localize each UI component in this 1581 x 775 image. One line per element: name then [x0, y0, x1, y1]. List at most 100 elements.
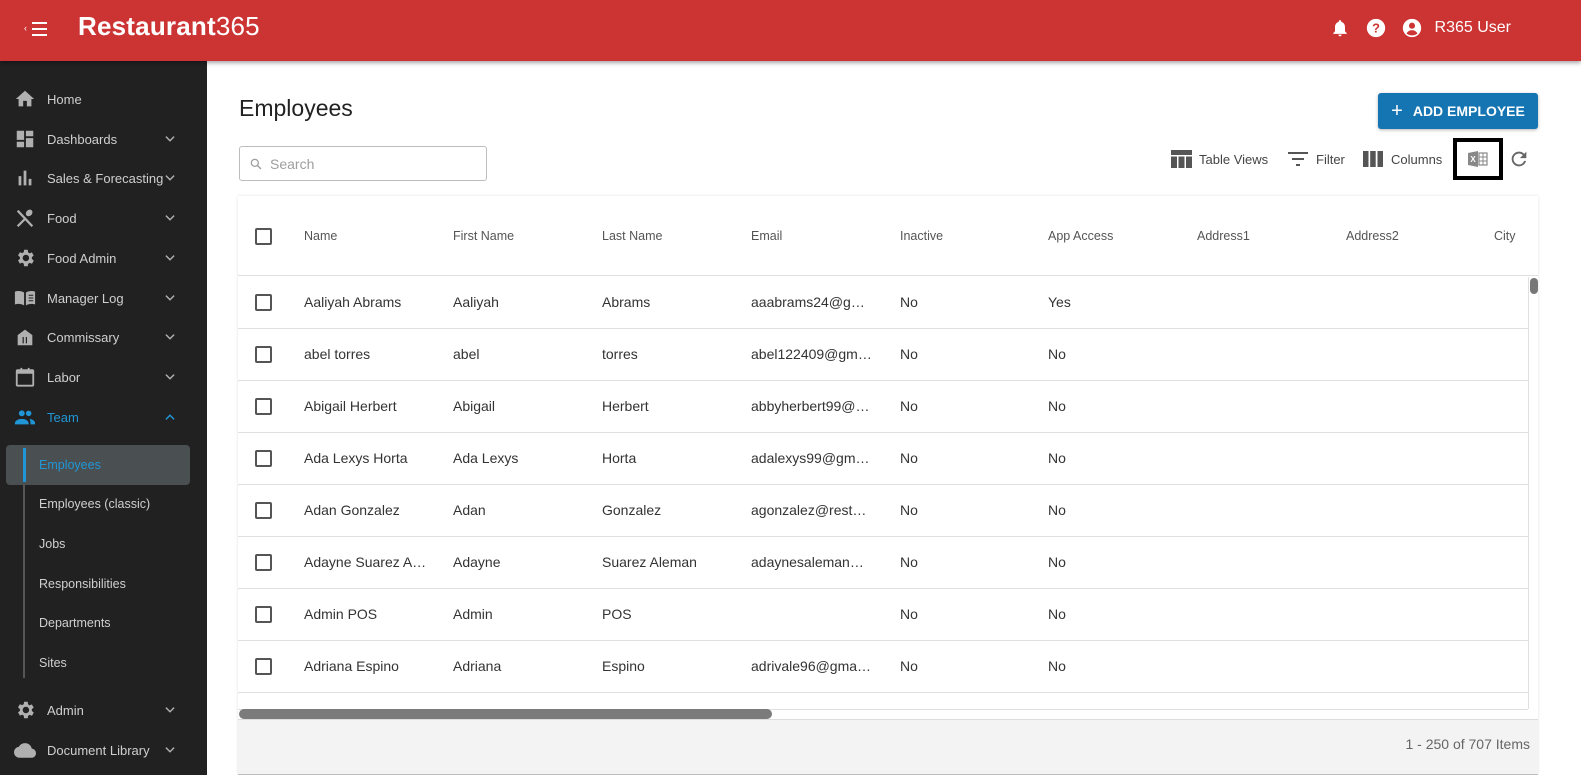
column-header-app-access[interactable]: App Access	[1048, 229, 1113, 243]
select-all-checkbox[interactable]	[255, 228, 272, 245]
excel-icon: X	[1468, 151, 1488, 167]
columns-icon	[1362, 149, 1384, 169]
sidebar-item-food-admin[interactable]: Food Admin	[0, 238, 207, 278]
table-row[interactable]: Ada Lexys Horta Ada Lexys Horta adalexys…	[238, 433, 1528, 485]
table-views-button[interactable]: Table Views	[1170, 147, 1268, 171]
table-row[interactable]: Adriana Espino Adriana Espino adrivale96…	[238, 641, 1528, 693]
pager-info: 1 - 250 of 707 Items	[1405, 736, 1530, 752]
sidebar-item-document-library[interactable]: Document Library	[0, 730, 207, 770]
table-row[interactable]: Adayne Suarez A… Adayne Suarez Aleman ad…	[238, 537, 1528, 589]
row-checkbox[interactable]	[255, 294, 272, 311]
table-row[interactable]: abel torres abel torres abel122409@gm… N…	[238, 329, 1528, 381]
table-row[interactable]	[238, 693, 1528, 709]
row-checkbox[interactable]	[255, 398, 272, 415]
chevron-down-icon	[165, 215, 175, 221]
chevron-down-icon	[165, 136, 175, 142]
book-icon	[14, 290, 36, 306]
gear-icon	[18, 701, 34, 719]
svg-text:X: X	[1470, 155, 1476, 164]
sidebar-item-dashboards[interactable]: Dashboards	[0, 119, 207, 159]
row-checkbox[interactable]	[255, 554, 272, 571]
column-header-last-name[interactable]: Last Name	[602, 229, 662, 243]
sidebar-subitem-jobs[interactable]: Jobs	[6, 524, 190, 564]
vertical-scrollbar-thumb[interactable]	[1530, 278, 1538, 294]
bell-icon[interactable]	[1329, 17, 1351, 39]
column-header-address1[interactable]: Address1	[1197, 229, 1250, 243]
hamburger-icon	[32, 22, 47, 24]
calendar-icon	[15, 367, 35, 387]
sidebar-item-admin[interactable]: Admin	[0, 690, 207, 730]
chevron-down-icon	[165, 334, 175, 340]
table-body: Aaliyah Abrams Aaliyah Abrams aaabrams24…	[238, 277, 1528, 709]
chevron-down-icon	[165, 255, 175, 261]
user-avatar-icon[interactable]	[1401, 17, 1423, 39]
sidebar-item-sales-forecasting[interactable]: Sales & Forecasting	[0, 158, 207, 198]
filter-icon	[1287, 149, 1309, 169]
column-header-city[interactable]: City	[1494, 229, 1516, 243]
table-footer: 1 - 250 of 707 Items	[238, 719, 1538, 775]
table-row[interactable]: Admin POS Admin POS No No	[238, 589, 1528, 641]
bar-chart-icon	[18, 170, 32, 186]
refresh-icon[interactable]	[1508, 148, 1530, 170]
sidebar-subitem-responsibilities[interactable]: Responsibilities	[6, 564, 190, 604]
main-content: Employees + ADD EMPLOYEE Table Views Fil…	[207, 61, 1581, 775]
help-icon[interactable]: ?	[1365, 17, 1387, 39]
store-icon	[17, 329, 33, 346]
sidebar-subitem-sites[interactable]: Sites	[6, 643, 190, 683]
sidebar-item-manager-log[interactable]: Manager Log	[0, 278, 207, 318]
plus-icon: +	[1391, 100, 1403, 122]
chevron-up-icon	[165, 414, 175, 420]
page-title: Employees	[239, 95, 353, 121]
column-header-email[interactable]: Email	[751, 229, 782, 243]
sidebar-subitem-employees-classic[interactable]: Employees (classic)	[6, 484, 190, 524]
sidebar-subitem-departments[interactable]: Departments	[6, 603, 190, 643]
vertical-scrollbar[interactable]	[1528, 277, 1538, 709]
chevron-down-icon	[165, 295, 175, 301]
chevron-down-icon	[165, 747, 175, 753]
collapse-arrow-icon: ‹	[24, 23, 27, 33]
column-header-address2[interactable]: Address2	[1346, 229, 1399, 243]
table-header: Name First Name Last Name Email Inactive…	[238, 196, 1538, 276]
sidebar-item-labor[interactable]: Labor	[0, 357, 207, 397]
chevron-down-icon	[165, 175, 175, 181]
export-excel-button[interactable]: X	[1453, 138, 1503, 180]
table-row[interactable]: Adan Gonzalez Adan Gonzalez agonzalez@re…	[238, 485, 1528, 537]
row-checkbox[interactable]	[255, 606, 272, 623]
filter-button[interactable]: Filter	[1287, 147, 1345, 171]
chevron-down-icon	[165, 374, 175, 380]
row-checkbox[interactable]	[255, 346, 272, 363]
top-bar: ‹ Restaurant365 ? R365 User	[0, 0, 1581, 61]
column-header-inactive[interactable]: Inactive	[900, 229, 943, 243]
sidebar-item-home[interactable]: Home	[0, 79, 207, 119]
sidebar-item-commissary[interactable]: Commissary	[0, 317, 207, 357]
column-header-name[interactable]: Name	[304, 229, 337, 243]
chevron-down-icon	[165, 707, 175, 713]
columns-button[interactable]: Columns	[1362, 147, 1442, 171]
search-icon	[250, 158, 262, 170]
table-row[interactable]: Abigail Herbert Abigail Herbert abbyherb…	[238, 381, 1528, 433]
sidebar-item-food[interactable]: Food	[0, 198, 207, 238]
sidebar-item-team[interactable]: Team	[0, 397, 207, 437]
search-input[interactable]	[270, 153, 475, 175]
row-checkbox[interactable]	[255, 658, 272, 675]
row-checkbox[interactable]	[255, 502, 272, 519]
utensils-icon	[16, 209, 34, 228]
menu-toggle-button[interactable]: ‹	[24, 18, 54, 40]
dashboard-icon	[16, 130, 34, 148]
employees-table: Name First Name Last Name Email Inactive…	[238, 196, 1538, 775]
row-checkbox[interactable]	[255, 450, 272, 467]
search-field[interactable]	[239, 146, 487, 181]
svg-text:?: ?	[1372, 21, 1380, 36]
cloud-icon	[14, 743, 36, 758]
table-icon	[1170, 149, 1192, 169]
add-employee-button[interactable]: + ADD EMPLOYEE	[1378, 93, 1538, 129]
horizontal-scrollbar-thumb[interactable]	[239, 709, 772, 719]
sidebar-subitem-employees[interactable]: Employees	[6, 445, 190, 485]
home-icon	[15, 90, 35, 107]
gear-icon	[18, 249, 34, 267]
user-menu[interactable]: R365 User	[1435, 19, 1511, 37]
table-row[interactable]: Aaliyah Abrams Aaliyah Abrams aaabrams24…	[238, 277, 1528, 329]
column-header-first-name[interactable]: First Name	[453, 229, 514, 243]
sidebar: Home Dashboards Sales & Forecasting Food…	[0, 61, 207, 775]
app-logo[interactable]: Restaurant365	[78, 11, 260, 42]
